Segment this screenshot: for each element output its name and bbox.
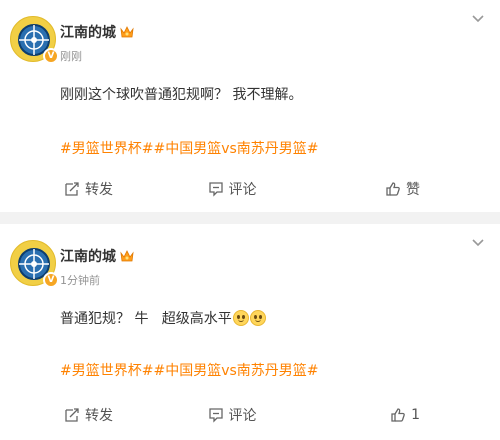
smile-emoji-icon xyxy=(232,310,249,326)
post-content: 普通犯规？ 牛 超级高水平 xyxy=(60,308,266,328)
post-card: V 江南的城 1分钟前 普通犯规？ 牛 超级高水平 #男篮世界杯##中国男篮vs… xyxy=(0,224,500,440)
chevron-down-icon[interactable] xyxy=(470,10,486,26)
username[interactable]: 江南的城 xyxy=(60,246,134,266)
comment-icon xyxy=(208,182,223,197)
like-button[interactable]: 赞 xyxy=(308,177,500,201)
like-button[interactable]: 1 xyxy=(308,403,500,427)
repost-label: 转发 xyxy=(85,408,113,424)
hashtag-list: #男篮世界杯##中国男篮vs南苏丹男篮# xyxy=(60,360,319,380)
comment-button[interactable]: 评论 xyxy=(176,177,308,201)
username[interactable]: 江南的城 xyxy=(60,22,134,42)
verified-badge-icon: V xyxy=(43,48,59,64)
hashtag-link[interactable]: #男篮世界杯# xyxy=(60,363,153,379)
like-count: 1 xyxy=(411,407,420,423)
post-text: 普通犯规？ 牛 超级高水平 xyxy=(60,311,232,327)
repost-label: 转发 xyxy=(85,182,113,198)
crown-icon xyxy=(120,250,134,262)
verified-badge-icon: V xyxy=(43,272,59,288)
comment-icon xyxy=(208,408,223,423)
chevron-down-icon[interactable] xyxy=(470,234,486,250)
post-content: 刚刚这个球吹普通犯规啊？ 我不理解。 xyxy=(60,84,302,104)
post-text: 刚刚这个球吹普通犯规啊？ 我不理解。 xyxy=(60,87,303,103)
comment-label: 评论 xyxy=(228,408,257,424)
hashtag-list: #男篮世界杯##中国男篮vs南苏丹男篮# xyxy=(60,138,319,158)
hashtag-link[interactable]: #中国男篮vs南苏丹男篮# xyxy=(153,141,318,157)
smile-emoji-icon xyxy=(249,310,266,326)
repost-button[interactable]: 转发 xyxy=(0,177,176,201)
username-text[interactable]: 江南的城 xyxy=(60,246,116,266)
post-card: V 江南的城 刚刚 刚刚这个球吹普通犯规啊？ 我不理解。 #男篮世界杯##中国男… xyxy=(0,0,500,212)
action-bar: 转发 评论 赞 xyxy=(0,177,500,201)
repost-icon xyxy=(65,408,79,422)
like-count: 赞 xyxy=(406,182,420,198)
crown-icon xyxy=(120,26,134,38)
avatar[interactable]: V xyxy=(10,240,59,288)
hashtag-link[interactable]: #男篮世界杯# xyxy=(60,141,153,157)
repost-button[interactable]: 转发 xyxy=(0,403,176,427)
repost-icon xyxy=(65,182,79,196)
avatar[interactable]: V xyxy=(10,16,59,64)
thumbs-up-icon xyxy=(386,182,400,196)
comment-label: 评论 xyxy=(228,182,257,198)
timestamp[interactable]: 1分钟前 xyxy=(60,272,100,288)
action-bar: 转发 评论 1 xyxy=(0,403,500,427)
hashtag-link[interactable]: #中国男篮vs南苏丹男篮# xyxy=(153,363,318,379)
timestamp[interactable]: 刚刚 xyxy=(60,48,82,64)
username-text[interactable]: 江南的城 xyxy=(60,22,116,42)
thumbs-up-icon xyxy=(391,408,405,422)
comment-button[interactable]: 评论 xyxy=(176,403,308,427)
